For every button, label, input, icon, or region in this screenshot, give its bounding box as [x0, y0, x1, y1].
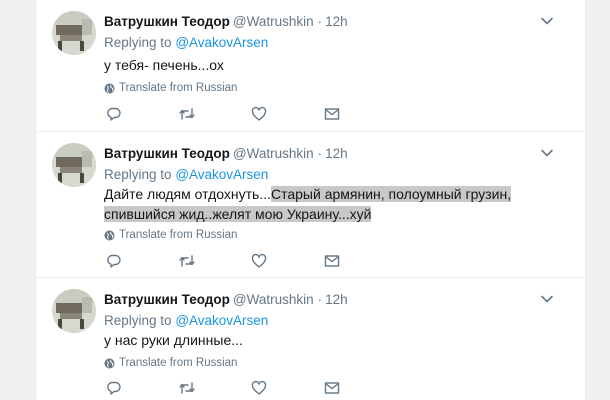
- tweet-text-plain: Дайте людям отдохнуть...: [104, 186, 271, 202]
- chevron-down-icon[interactable]: [540, 146, 554, 160]
- tweet-timestamp[interactable]: 12h: [325, 14, 348, 29]
- tweet-timestamp[interactable]: 12h: [325, 146, 348, 161]
- globe-icon: [104, 230, 115, 240]
- replies-timeline: Ватрушкин Теодор @Watrushkin · 12h Replying…: [35, 0, 586, 400]
- tweet-text: у тебя- печень...ох: [104, 55, 554, 75]
- tweet-header: Ватрушкин Теодор @Watrushkin · 12h: [104, 290, 348, 310]
- translate-label: Translate from Russian: [119, 229, 238, 241]
- replying-to: Replying to @AvakovArsen: [104, 33, 268, 53]
- tweet-actions: [104, 253, 364, 271]
- envelope-icon[interactable]: [324, 380, 342, 398]
- tweet-text: Дайте людям отдохнуть...Старый армянин, …: [104, 184, 554, 224]
- replying-to-link[interactable]: @AvakovArsen: [175, 313, 268, 328]
- separator-dot: ·: [317, 292, 323, 307]
- globe-icon: [104, 358, 115, 368]
- envelope-icon[interactable]: [324, 106, 342, 124]
- chevron-down-icon[interactable]: [540, 292, 554, 306]
- retweet-icon[interactable]: [178, 253, 196, 271]
- page-background: Ватрушкин Теодор @Watrushkin · 12h Replying…: [0, 0, 610, 400]
- avatar[interactable]: [52, 289, 96, 333]
- author-handle[interactable]: @Watrushkin: [233, 292, 314, 307]
- tweet[interactable]: Ватрушкин Теодор @Watrushkin · 12h Replying…: [36, 278, 585, 400]
- tweet-header: Ватрушкин Теодор @Watrushkin · 12h: [104, 12, 348, 32]
- chevron-down-icon[interactable]: [540, 14, 554, 28]
- heart-icon[interactable]: [251, 380, 269, 398]
- reply-icon[interactable]: [106, 253, 124, 271]
- tweet[interactable]: Ватрушкин Теодор @Watrushkin · 12h Replying…: [36, 132, 585, 278]
- separator-dot: ·: [317, 146, 323, 161]
- author-handle[interactable]: @Watrushkin: [233, 14, 314, 29]
- tweet-text: у нас руки длинные...: [104, 330, 554, 350]
- retweet-icon[interactable]: [178, 106, 196, 124]
- translate-label: Translate from Russian: [119, 82, 238, 94]
- replying-to-link[interactable]: @AvakovArsen: [175, 167, 268, 182]
- replying-to-label: Replying to: [104, 313, 172, 328]
- translate-link[interactable]: Translate from Russian: [104, 80, 237, 96]
- author-name[interactable]: Ватрушкин Теодор: [104, 146, 230, 161]
- retweet-icon[interactable]: [178, 380, 196, 398]
- tweet-timestamp[interactable]: 12h: [325, 292, 348, 307]
- translate-label: Translate from Russian: [119, 357, 238, 369]
- replying-to: Replying to @AvakovArsen: [104, 311, 268, 331]
- heart-icon[interactable]: [251, 106, 269, 124]
- replying-to: Replying to @AvakovArsen: [104, 165, 268, 185]
- reply-icon[interactable]: [106, 106, 124, 124]
- replying-to-label: Replying to: [104, 167, 172, 182]
- author-name[interactable]: Ватрушкин Теодор: [104, 292, 230, 307]
- tweet-actions: [104, 380, 364, 398]
- tweet-text-plain: у тебя- печень...ох: [104, 57, 224, 73]
- tweet-header: Ватрушкин Теодор @Watrushkin · 12h: [104, 144, 348, 164]
- tweet-text-plain: у нас руки длинные...: [104, 332, 243, 348]
- reply-icon[interactable]: [106, 380, 124, 398]
- author-handle[interactable]: @Watrushkin: [233, 146, 314, 161]
- envelope-icon[interactable]: [324, 253, 342, 271]
- tweet-actions: [104, 106, 364, 124]
- tweet[interactable]: Ватрушкин Теодор @Watrushkin · 12h Replying…: [36, 0, 585, 132]
- author-name[interactable]: Ватрушкин Теодор: [104, 14, 230, 29]
- separator-dot: ·: [317, 14, 323, 29]
- translate-link[interactable]: Translate from Russian: [104, 355, 237, 371]
- replying-to-link[interactable]: @AvakovArsen: [175, 35, 268, 50]
- globe-icon: [104, 83, 115, 93]
- avatar[interactable]: [52, 11, 96, 55]
- avatar[interactable]: [52, 143, 96, 187]
- heart-icon[interactable]: [251, 253, 269, 271]
- translate-link[interactable]: Translate from Russian: [104, 227, 237, 243]
- replying-to-label: Replying to: [104, 35, 172, 50]
